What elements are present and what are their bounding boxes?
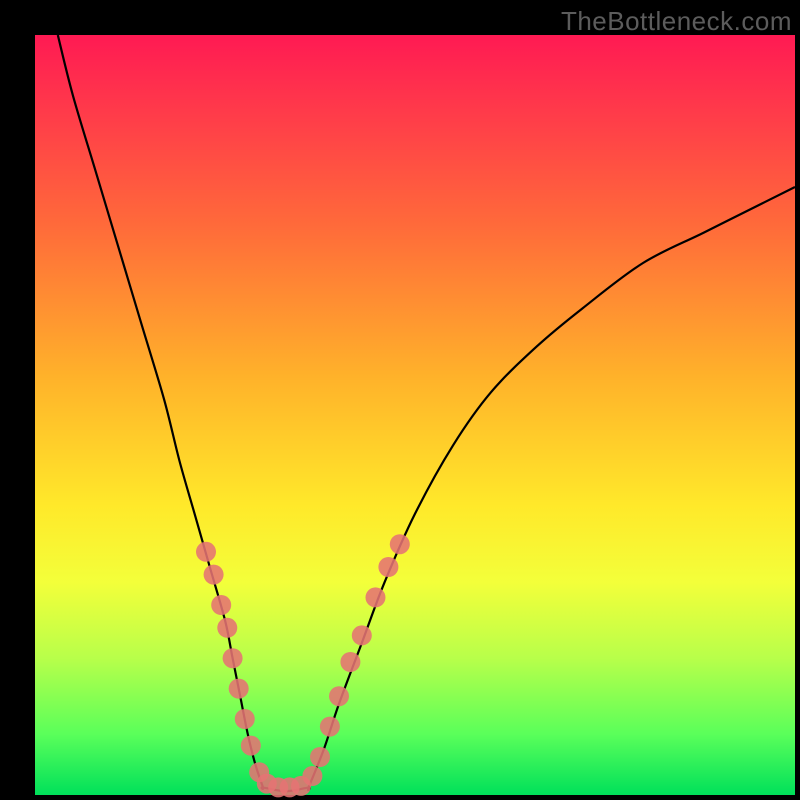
data-point (204, 565, 224, 585)
curve-layer (58, 35, 795, 791)
data-point (329, 686, 349, 706)
data-point (302, 766, 322, 786)
data-point (352, 625, 372, 645)
watermark-text: TheBottleneck.com (561, 6, 792, 37)
data-point (235, 709, 255, 729)
data-point (310, 747, 330, 767)
data-point (320, 717, 340, 737)
chart-svg (35, 35, 795, 795)
chart-frame: TheBottleneck.com (0, 0, 800, 800)
data-point (196, 542, 216, 562)
bottleneck-curve (58, 35, 795, 791)
dots-layer (196, 534, 410, 797)
data-point (365, 587, 385, 607)
data-point (340, 652, 360, 672)
data-point (223, 648, 243, 668)
data-point (217, 618, 237, 638)
data-point (241, 736, 261, 756)
data-point (229, 679, 249, 699)
plot-area (35, 35, 795, 795)
data-point (390, 534, 410, 554)
data-point (378, 557, 398, 577)
data-point (211, 595, 231, 615)
